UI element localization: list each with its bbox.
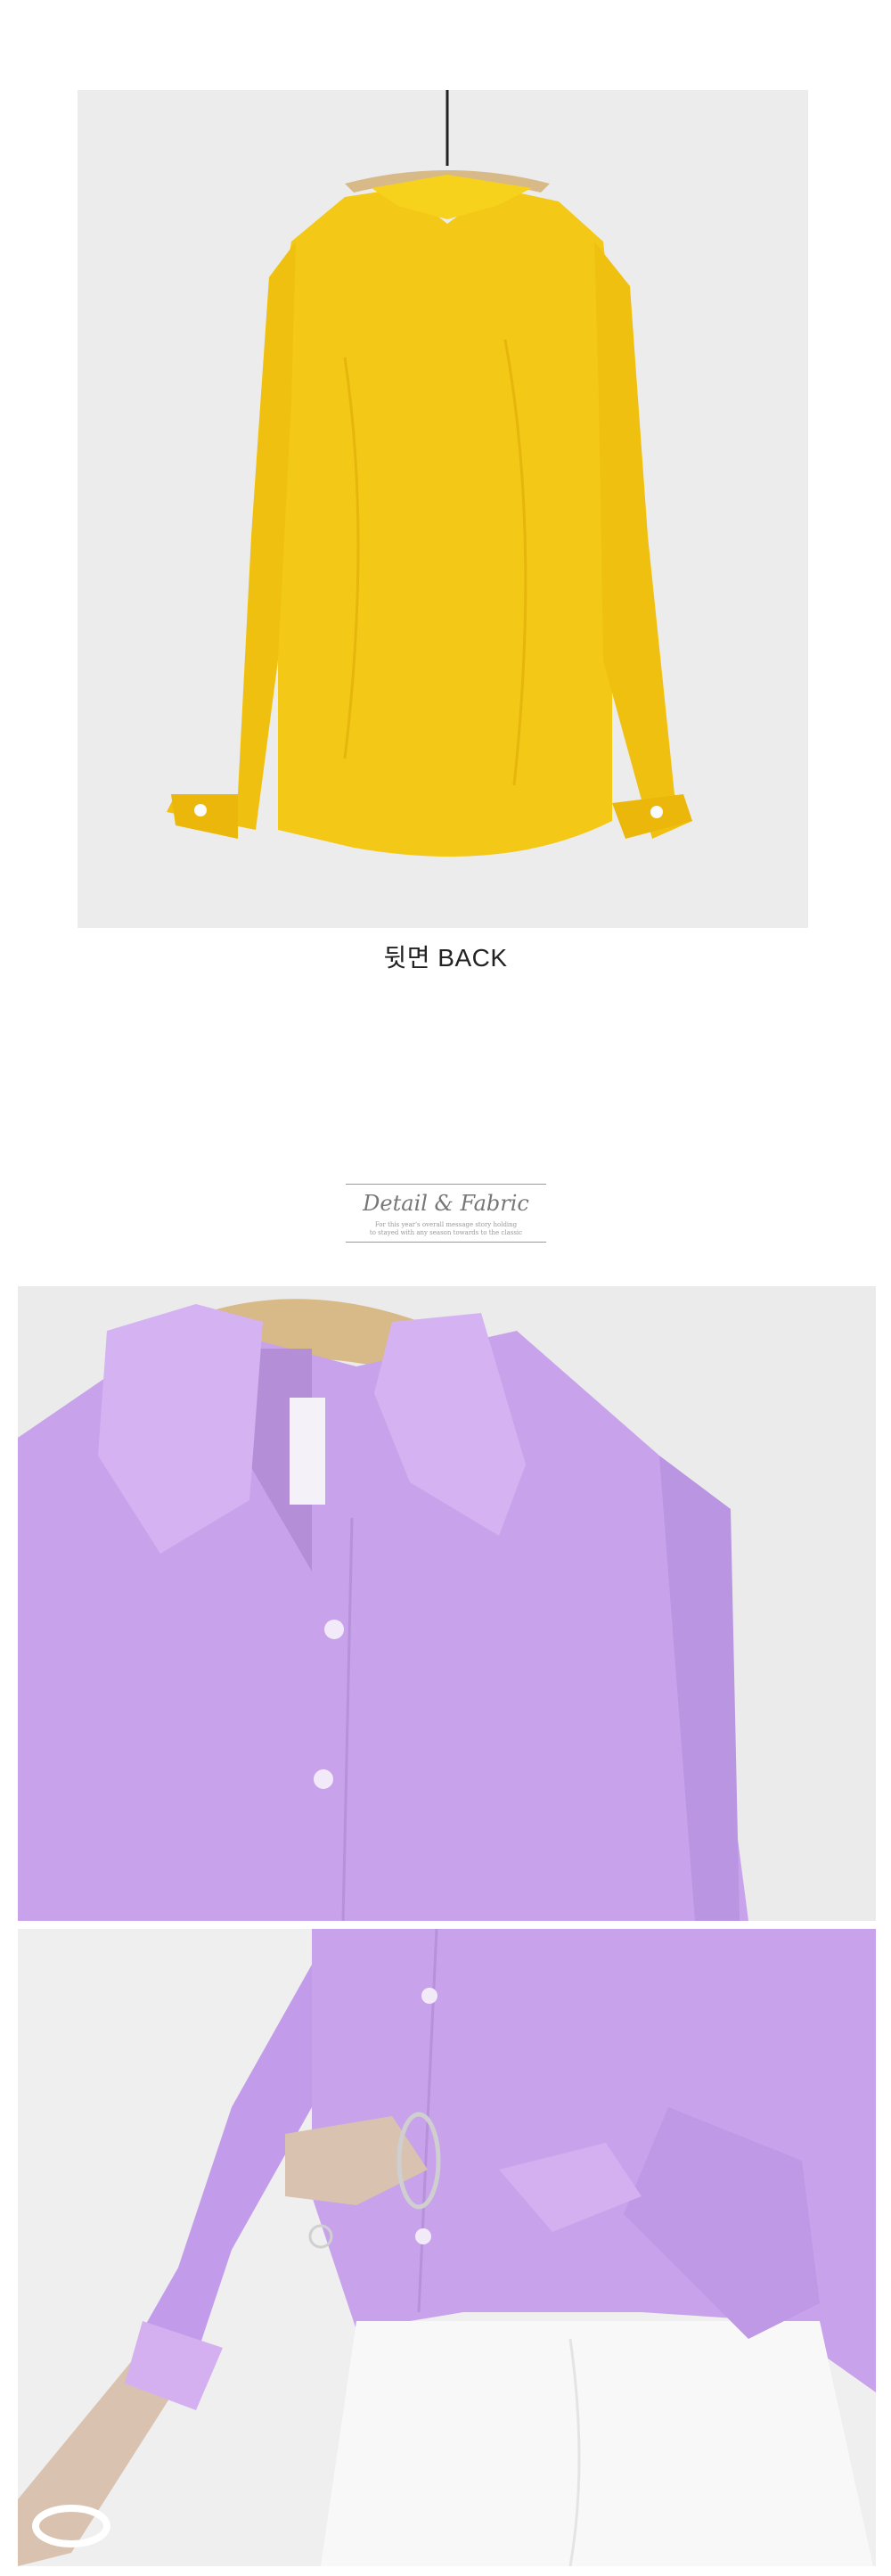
detail-fabric-badge: Detail & Fabric For this year's overall … [346, 1184, 546, 1243]
product-photo-cuff-detail [18, 1929, 876, 2566]
product-photo-back [78, 90, 808, 928]
detail-fabric-subtitle: For this year's overall message story ho… [346, 1221, 546, 1237]
detail-fabric-subtitle-line1: For this year's overall message story ho… [374, 1221, 518, 1228]
back-view-caption: 뒷면 BACK [383, 944, 508, 972]
detail-fabric-subtitle-line2: to stayed with any season towards to the… [369, 1229, 523, 1236]
badge-top-rule [346, 1184, 546, 1185]
badge-bottom-rule [346, 1242, 546, 1243]
lavender-collar-illustration [18, 1286, 876, 1921]
yellow-shirt-illustration [78, 90, 808, 928]
product-photo-collar-detail [18, 1286, 876, 1921]
detail-fabric-title: Detail & Fabric [363, 1191, 529, 1216]
lavender-worn-illustration [18, 1929, 876, 2566]
